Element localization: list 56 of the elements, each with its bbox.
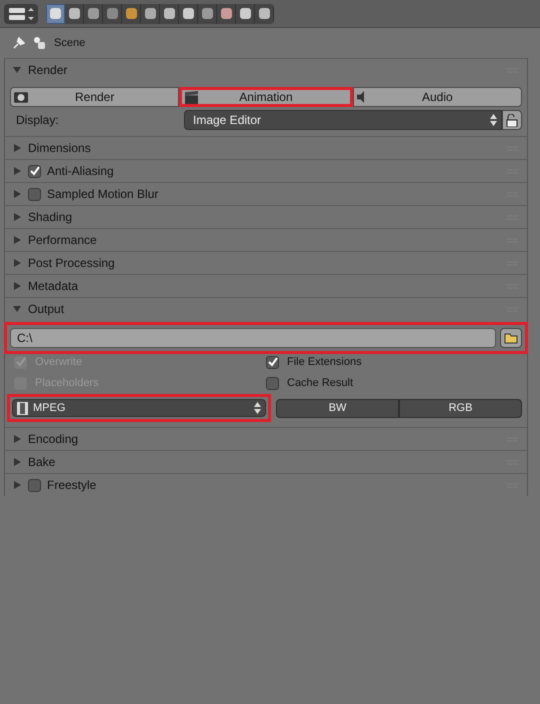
camera-icon	[14, 92, 28, 102]
speaker-icon	[356, 91, 364, 103]
output-path-field[interactable]: C:\	[10, 328, 496, 348]
render-mode-button[interactable]: Render	[10, 87, 180, 107]
tab-icon	[49, 7, 62, 20]
up-down-arrow-icon	[254, 402, 261, 414]
collapsed-arrow-icon	[13, 167, 21, 175]
option-label: Cache Result	[287, 376, 354, 391]
collapsed-arrow-icon	[13, 481, 21, 489]
lock-icon	[506, 114, 518, 126]
tab-icon	[220, 7, 232, 20]
render-mode-button[interactable]: Animation	[179, 87, 353, 107]
collapsed-arrow-icon	[13, 259, 21, 267]
pin-icon[interactable]	[12, 36, 26, 50]
collapsed-arrow-icon	[13, 213, 21, 221]
tab-icon	[86, 7, 100, 20]
collapsed-arrow-icon	[13, 144, 21, 152]
checkbox[interactable]	[266, 356, 279, 368]
up-down-arrow-icon	[490, 114, 497, 126]
collapsed-arrow-icon	[13, 236, 21, 244]
checkbox[interactable]	[28, 164, 41, 178]
expanded-arrow-icon	[13, 66, 21, 74]
lock-button[interactable]	[502, 110, 522, 130]
folder-icon	[504, 332, 518, 344]
menu-icon	[8, 6, 34, 20]
expanded-arrow-icon	[13, 305, 21, 313]
collapsed-arrow-icon	[13, 458, 21, 466]
file-format-dropdown[interactable]: MPEG	[12, 399, 266, 417]
checkbox[interactable]	[28, 188, 41, 200]
scene-icon	[34, 36, 46, 50]
collapsed-arrow-icon	[13, 435, 21, 443]
display-dropdown[interactable]: Image Editor	[184, 110, 502, 130]
render-mode-button[interactable]: Audio	[352, 87, 522, 107]
context-tab[interactable]	[46, 4, 65, 24]
tab-icon	[200, 7, 214, 20]
tab-icon	[162, 7, 176, 20]
tab-icon	[182, 7, 194, 20]
editor-type-button[interactable]	[4, 4, 38, 24]
tab-icon	[106, 7, 118, 20]
folder-button[interactable]	[500, 328, 522, 348]
collapsed-arrow-icon	[13, 282, 21, 290]
tab-icon	[68, 7, 80, 20]
tab-icon	[144, 7, 156, 20]
checkbox[interactable]	[266, 376, 279, 390]
clapperboard-icon	[185, 90, 198, 104]
option-label: File Extensions	[287, 354, 362, 370]
tab-icon	[238, 7, 252, 20]
color-mode-button[interactable]: BW	[276, 398, 399, 418]
tab-icon	[124, 7, 138, 20]
display-label: Display:	[15, 112, 60, 129]
film-icon	[17, 402, 28, 414]
collapsed-arrow-icon	[13, 190, 21, 198]
color-mode-button[interactable]: RGB	[399, 398, 522, 418]
breadcrumb-label: Scene	[54, 36, 86, 51]
checkbox[interactable]	[28, 478, 41, 492]
tab-icon	[258, 7, 270, 20]
